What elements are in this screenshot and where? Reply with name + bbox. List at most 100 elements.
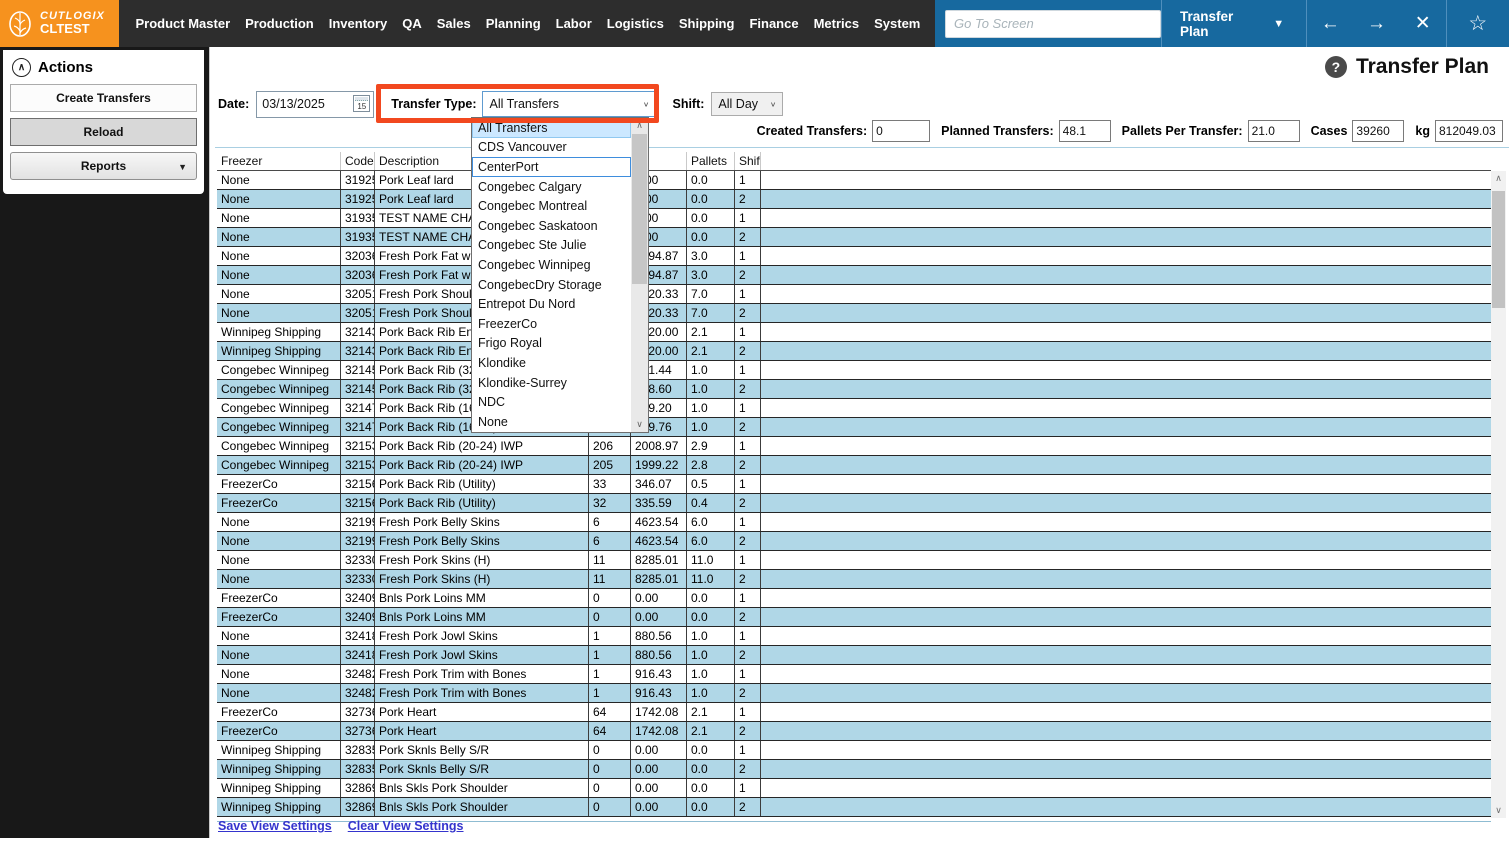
table-row[interactable]: Winnipeg Shipping32835Pork Sknls Belly S… [217,741,1491,760]
table-row[interactable]: None32199Fresh Pork Belly Skins64623.546… [217,532,1491,551]
table-row[interactable]: FreezerCo32736Pork Heart641742.082.11 [217,703,1491,722]
table-row[interactable]: None31935TEST NAME CHANGE00.000.01 [217,209,1491,228]
table-row[interactable]: None32482Fresh Pork Trim with Bones1916.… [217,665,1491,684]
table-row[interactable]: None32051Fresh Pork Shoulder Skins76920.… [217,285,1491,304]
cell-shift: 1 [735,247,761,265]
scrollbar-thumb[interactable] [1492,191,1505,308]
table-row[interactable]: Winnipeg Shipping32143Pork Back Rib Ends… [217,342,1491,361]
table-row[interactable]: Winnipeg Shipping32869Bnls Skls Pork Sho… [217,779,1491,798]
cell-pallets: 2.8 [687,456,735,474]
column-header-code[interactable]: Code [341,152,375,170]
table-row[interactable]: None31925Pork Leaf lard00.000.02 [217,190,1491,209]
table-row[interactable]: None32051Fresh Pork Shoulder Skins76920.… [217,304,1491,323]
nav-item-labor[interactable]: Labor [548,16,599,31]
dropdown-item-congebec-saskatoon[interactable]: Congebec Saskatoon [472,216,631,236]
dropdown-scrollbar[interactable]: ∧ ∨ [631,118,648,432]
scrollbar-thumb[interactable] [632,134,647,284]
table-row[interactable]: None31935TEST NAME CHANGE00.000.02 [217,228,1491,247]
transfer-type-select[interactable]: All Transfers ∨ [482,91,657,117]
collapse-panel-icon[interactable]: ∧ [12,58,31,77]
clear-view-settings-link[interactable]: Clear View Settings [348,819,464,833]
dropdown-item-cds-vancouver[interactable]: CDS Vancouver [472,138,631,158]
table-row[interactable]: None32036Fresh Pork Fat with Skin32994.8… [217,266,1491,285]
stat-value-input[interactable] [872,120,931,142]
shift-select[interactable]: All Day ∨ [711,92,784,116]
table-row[interactable]: Winnipeg Shipping32143Pork Back Rib Ends… [217,323,1491,342]
column-header-freezer[interactable]: Freezer [217,152,341,170]
table-row[interactable]: None32199Fresh Pork Belly Skins64623.546… [217,513,1491,532]
table-row[interactable]: None32418Fresh Pork Jowl Skins1880.561.0… [217,646,1491,665]
table-row[interactable]: None32036Fresh Pork Fat with Skin32994.8… [217,247,1491,266]
nav-item-planning[interactable]: Planning [478,16,548,31]
favorite-button[interactable]: ☆ [1447,0,1509,47]
create-transfers-button[interactable]: Create Transfers [10,84,197,112]
scroll-down-icon[interactable]: ∨ [1491,803,1506,818]
dropdown-item-none[interactable]: None [472,412,631,432]
dropdown-item-centerport[interactable]: CenterPort [472,157,631,177]
close-screen-button[interactable]: ✕ [1400,0,1446,47]
go-to-screen-input[interactable] [945,9,1162,38]
nav-item-logistics[interactable]: Logistics [599,16,671,31]
scroll-up-icon[interactable]: ∧ [1491,171,1506,186]
table-row[interactable]: Congebec Winnipeg32145Pork Back Rib (32-… [217,380,1491,399]
table-row[interactable]: Congebec Winnipeg32145Pork Back Rib (32-… [217,361,1491,380]
table-row[interactable]: None32330Fresh Pork Skins (H)118285.0111… [217,551,1491,570]
table-row[interactable]: Congebec Winnipeg32147Pork Back Rib (16-… [217,399,1491,418]
table-row[interactable]: Congebec Winnipeg32147Pork Back Rib (16-… [217,418,1491,437]
dropdown-item-klondike[interactable]: Klondike [472,353,631,373]
table-row[interactable]: FreezerCo32409Bnls Pork Loins MM00.000.0… [217,608,1491,627]
reload-button[interactable]: Reload [10,118,197,146]
nav-item-inventory[interactable]: Inventory [321,16,395,31]
nav-item-metrics[interactable]: Metrics [806,16,867,31]
dropdown-item-ndc[interactable]: NDC [472,392,631,412]
nav-item-system[interactable]: System [867,16,928,31]
grid-vertical-scrollbar[interactable]: ∧ ∨ [1491,171,1506,818]
table-row[interactable]: FreezerCo32156Pork Back Rib (Utility)333… [217,475,1491,494]
app-logo[interactable]: CUTLOGIX CLTEST [0,0,119,47]
stat-value-input[interactable] [1058,120,1111,142]
nav-item-sales[interactable]: Sales [429,16,478,31]
save-view-settings-link[interactable]: Save View Settings [218,819,332,833]
dropdown-item-freezerco[interactable]: FreezerCo [472,314,631,334]
table-row[interactable]: None32482Fresh Pork Trim with Bones1916.… [217,684,1491,703]
stat-value-input[interactable] [1247,120,1300,142]
dropdown-item-frigo-royal[interactable]: Frigo Royal [472,334,631,354]
dropdown-item-all-transfers[interactable]: All Transfers [472,118,631,138]
dropdown-item-congebecdry-storage[interactable]: CongebecDry Storage [472,275,631,295]
dropdown-item-klondike-surrey[interactable]: Klondike-Surrey [472,373,631,393]
dropdown-item-congebec-winnipeg[interactable]: Congebec Winnipeg [472,255,631,275]
table-row[interactable]: None31925Pork Leaf lard00.000.01 [217,171,1491,190]
nav-item-finance[interactable]: Finance [742,16,806,31]
table-row[interactable]: Winnipeg Shipping32869Bnls Skls Pork Sho… [217,798,1491,817]
dropdown-item-congebec-ste-julie[interactable]: Congebec Ste Julie [472,236,631,256]
nav-item-production[interactable]: Production [238,16,322,31]
scroll-down-icon[interactable]: ∨ [631,417,648,432]
date-input[interactable] [257,96,351,112]
back-button[interactable]: ← [1307,0,1353,47]
calendar-icon[interactable]: 15 [353,94,371,112]
screen-selector-dropdown[interactable]: Transfer Plan ▼ [1162,0,1306,47]
column-header-pallets[interactable]: Pallets [687,152,735,170]
table-row[interactable]: None32330Fresh Pork Skins (H)118285.0111… [217,570,1491,589]
nav-item-product-master[interactable]: Product Master [128,16,238,31]
column-header-shift[interactable]: Shift [735,152,761,170]
forward-button[interactable]: → [1353,0,1399,47]
table-row[interactable]: Congebec Winnipeg32153Pork Back Rib (20-… [217,437,1491,456]
table-row[interactable]: None32418Fresh Pork Jowl Skins1880.561.0… [217,627,1491,646]
table-row[interactable]: Congebec Winnipeg32153Pork Back Rib (20-… [217,456,1491,475]
reports-dropdown-button[interactable]: Reports ▼ [10,152,197,180]
stat-value-input[interactable] [1435,120,1503,142]
nav-item-shipping[interactable]: Shipping [671,16,742,31]
dropdown-item-congebec-montreal[interactable]: Congebec Montreal [472,196,631,216]
table-row[interactable]: FreezerCo32409Bnls Pork Loins MM00.000.0… [217,589,1491,608]
dropdown-item-congebec-calgary[interactable]: Congebec Calgary [472,177,631,197]
cell-filler [761,798,1491,816]
scroll-up-icon[interactable]: ∧ [631,118,648,133]
nav-item-qa[interactable]: QA [395,16,430,31]
dropdown-item-entrepot-du-nord[interactable]: Entrepot Du Nord [472,294,631,314]
table-row[interactable]: FreezerCo32736Pork Heart641742.082.12 [217,722,1491,741]
table-row[interactable]: Winnipeg Shipping32835Pork Sknls Belly S… [217,760,1491,779]
help-icon[interactable]: ? [1324,56,1347,78]
stat-value-input[interactable] [1352,120,1405,142]
table-row[interactable]: FreezerCo32156Pork Back Rib (Utility)323… [217,494,1491,513]
